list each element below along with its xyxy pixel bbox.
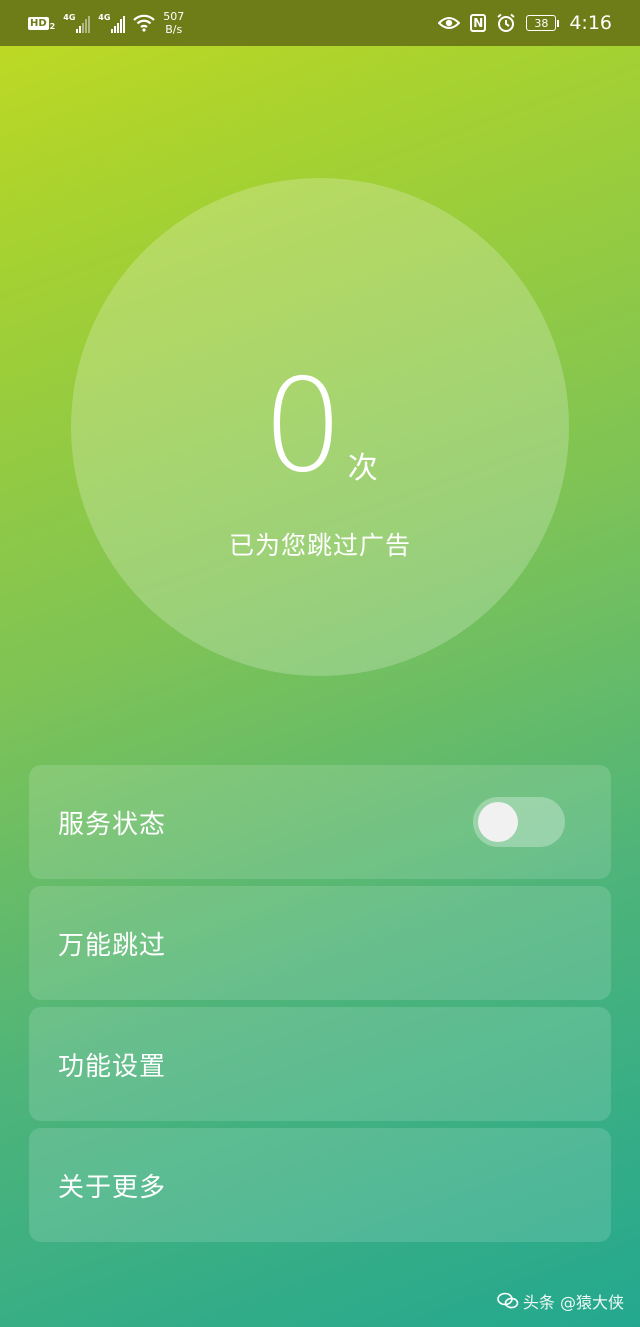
menu-item-label: 功能设置 [58,1051,167,1082]
signal-icon: 4G [98,13,126,33]
signal-icon: 4G [63,13,91,33]
status-time: 4:16 [569,12,612,34]
network-speed: 507 B/s [163,10,184,36]
network-speed-unit: B/s [165,23,183,36]
menu-item-about-more[interactable]: 关于更多 [29,1128,611,1242]
alarm-icon [496,13,516,33]
wechat-icon [497,1292,519,1310]
skip-count-caption: 已为您跳过广告 [228,531,411,560]
skip-count-value: 0 [262,352,344,501]
status-bar: HD 2 4G 4G 507 B/s N 38 4:16 [0,0,640,46]
menu-item-label: 万能跳过 [58,930,167,961]
toggle-knob [478,802,518,842]
nfc-label: N [473,16,484,30]
hd-label: HD [28,16,49,30]
eye-icon [438,15,461,31]
menu-item-feature-settings[interactable]: 功能设置 [29,1007,611,1121]
skip-count-row: 0 次 [71,352,569,501]
hd-sub-label: 2 [49,21,56,31]
menu-list: 服务状态 万能跳过 功能设置 关于更多 [29,765,611,1249]
skip-count-unit: 次 [347,451,378,486]
watermark-text: 头条 @猿大侠 [522,1293,624,1312]
service-status-toggle[interactable] [473,797,565,847]
status-bar-left: HD 2 4G 4G 507 B/s [28,0,184,46]
menu-item-label: 服务状态 [58,809,167,840]
battery-level: 38 [526,15,557,31]
menu-item-universal-skip[interactable]: 万能跳过 [29,886,611,1000]
network-speed-value: 507 [163,10,185,23]
signal-network-label: 4G [63,13,76,22]
menu-item-service-status[interactable]: 服务状态 [29,765,611,879]
hd-voice-icon: HD 2 [28,16,55,31]
skip-counter-circle: 0 次 已为您跳过广告 [71,178,569,676]
battery-icon: 38 [526,15,560,31]
status-bar-right: N 38 4:16 [438,0,612,46]
menu-item-label: 关于更多 [58,1172,167,1203]
nfc-icon: N [470,14,487,32]
watermark: 头条 @猿大侠 [497,1289,624,1313]
signal-network-label: 4G [98,13,111,22]
wifi-icon [133,14,156,32]
